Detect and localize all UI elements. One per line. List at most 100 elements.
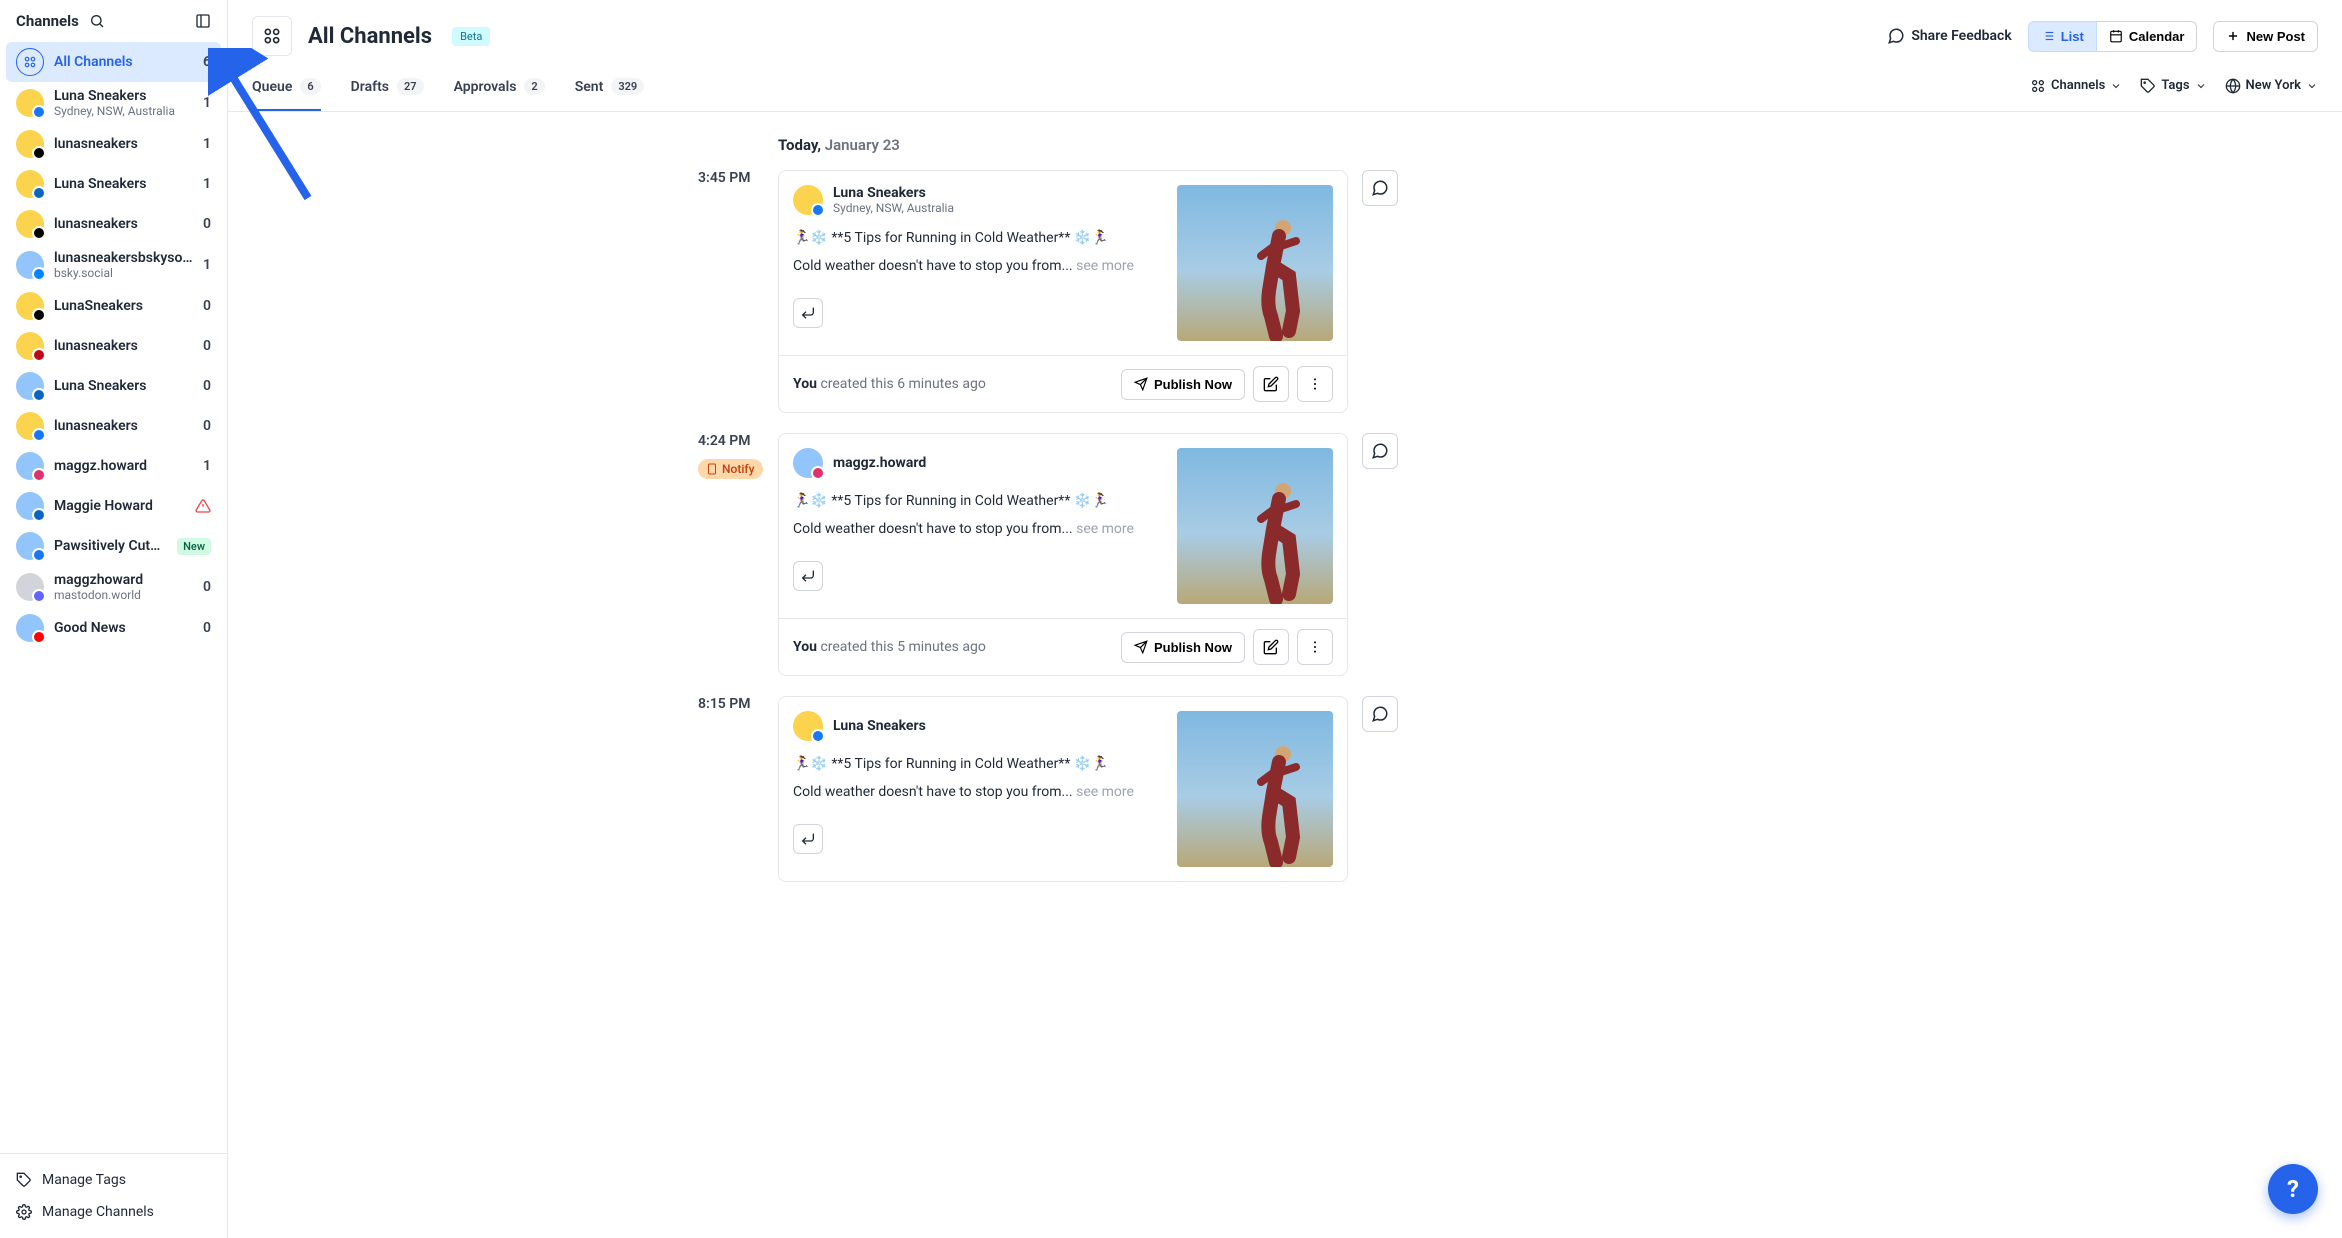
post-author-sub: Sydney, NSW, Australia xyxy=(833,201,954,215)
manage-tags[interactable]: Manage Tags xyxy=(0,1164,227,1196)
edit-button[interactable] xyxy=(1253,366,1289,402)
channel-count: 6 xyxy=(203,54,211,70)
comment-button[interactable] xyxy=(1362,170,1398,206)
tags-filter[interactable]: Tags xyxy=(2140,78,2206,94)
timezone-filter-label: New York xyxy=(2246,78,2302,93)
post-text-line2: Cold weather doesn't have to stop you fr… xyxy=(793,255,1163,277)
channel-avatar xyxy=(16,452,44,480)
tab-badge: 329 xyxy=(611,78,644,95)
main: All Channels Beta Share Feedback List Ca… xyxy=(228,0,2342,1238)
ai-assist-icon[interactable] xyxy=(793,561,823,591)
post-time: 4:24 PM xyxy=(698,433,751,449)
new-post-button[interactable]: New Post xyxy=(2213,21,2318,52)
view-list-button[interactable]: List xyxy=(2028,21,2097,52)
sidebar-item-6[interactable]: LunaSneakers 0 xyxy=(6,286,221,326)
sidebar-search-icon[interactable] xyxy=(89,13,105,29)
view-calendar-label: Calendar xyxy=(2129,29,2185,44)
tab-label: Approvals xyxy=(454,79,517,95)
more-button[interactable] xyxy=(1297,366,1333,402)
channel-name: lunasneakersbskyso.bsky.s xyxy=(54,250,193,266)
channels-filter[interactable]: Channels xyxy=(2030,78,2122,94)
post-created-by: You created this 6 minutes ago xyxy=(793,376,986,392)
post-author-avatar xyxy=(793,185,823,215)
help-button[interactable]: ? xyxy=(2268,1164,2318,1214)
tab-badge: 2 xyxy=(524,78,544,95)
see-more-link[interactable]: see more xyxy=(1076,258,1134,274)
post-image xyxy=(1177,711,1333,867)
publish-now-button[interactable]: Publish Now xyxy=(1121,632,1245,663)
manage-channels[interactable]: Manage Channels xyxy=(0,1196,227,1228)
sidebar-item-3[interactable]: Luna Sneakers 1 xyxy=(6,164,221,204)
channel-count: 1 xyxy=(203,136,211,152)
notify-pill[interactable]: Notify xyxy=(698,459,763,479)
tab-label: Sent xyxy=(575,79,604,95)
chevron-down-icon xyxy=(2306,80,2318,92)
tab-badge: 6 xyxy=(300,78,320,95)
sidebar-item-2[interactable]: lunasneakers 1 xyxy=(6,124,221,164)
sidebar-item-8[interactable]: Luna Sneakers 0 xyxy=(6,366,221,406)
post-card[interactable]: Luna Sneakers 🏃‍♀️❄️ **5 Tips for Runnin… xyxy=(778,696,1348,882)
channel-count: 0 xyxy=(203,418,211,434)
channel-avatar xyxy=(16,372,44,400)
post-row: 3:45 PM Luna Sneakers Sydney, NSW, Austr… xyxy=(228,170,2342,413)
post-card[interactable]: Luna Sneakers Sydney, NSW, Australia 🏃‍♀… xyxy=(778,170,1348,413)
post-created-by: You created this 5 minutes ago xyxy=(793,639,986,655)
post-card[interactable]: maggz.howard 🏃‍♀️❄️ **5 Tips for Running… xyxy=(778,433,1348,676)
sidebar-item-0[interactable]: All Channels 6 xyxy=(6,42,221,82)
channel-name: Maggie Howard xyxy=(54,498,185,514)
sidebar: Channels All Channels 6 Luna Sneakers Sy… xyxy=(0,0,228,1238)
sidebar-item-1[interactable]: Luna Sneakers Sydney, NSW, Australia 1 xyxy=(6,82,221,124)
sidebar-item-13[interactable]: maggzhoward mastodon.world 0 xyxy=(6,566,221,608)
channel-avatar xyxy=(16,48,44,76)
channel-count: 0 xyxy=(203,378,211,394)
channel-count: 0 xyxy=(203,338,211,354)
ai-assist-icon[interactable] xyxy=(793,824,823,854)
post-image xyxy=(1177,185,1333,341)
channel-count: 0 xyxy=(203,298,211,314)
sidebar-item-10[interactable]: maggz.howard 1 xyxy=(6,446,221,486)
share-feedback-link[interactable]: Share Feedback xyxy=(1887,27,2011,45)
tab-sent[interactable]: Sent 329 xyxy=(575,68,644,111)
sidebar-item-7[interactable]: lunasneakers 0 xyxy=(6,326,221,366)
sidebar-item-9[interactable]: lunasneakers 0 xyxy=(6,406,221,446)
sidebar-item-4[interactable]: lunasneakers 0 xyxy=(6,204,221,244)
manage-channels-label: Manage Channels xyxy=(42,1204,154,1220)
edit-button[interactable] xyxy=(1253,629,1289,665)
comment-button[interactable] xyxy=(1362,433,1398,469)
sidebar-item-14[interactable]: Good News 0 xyxy=(6,608,221,648)
tab-drafts[interactable]: Drafts27 xyxy=(351,68,424,111)
chevron-down-icon xyxy=(2110,80,2122,92)
channel-name: Luna Sneakers xyxy=(54,176,193,192)
channel-avatar xyxy=(16,130,44,158)
tab-approvals[interactable]: Approvals 2 xyxy=(454,68,545,111)
channel-count: 0 xyxy=(203,620,211,636)
channel-subtitle: Sydney, NSW, Australia xyxy=(54,104,193,118)
new-badge: New xyxy=(177,538,211,555)
publish-now-button[interactable]: Publish Now xyxy=(1121,369,1245,400)
channel-name: lunasneakers xyxy=(54,216,193,232)
sidebar-item-12[interactable]: Pawsitively Cute Pets New xyxy=(6,526,221,566)
channel-subtitle: mastodon.world xyxy=(54,588,193,602)
chevron-down-icon xyxy=(2195,80,2207,92)
content: Today, January 23 3:45 PM Luna Sneakers … xyxy=(228,112,2342,1238)
sidebar-item-5[interactable]: lunasneakersbskyso.bsky.s bsky.social 1 xyxy=(6,244,221,286)
sidebar-item-11[interactable]: Maggie Howard xyxy=(6,486,221,526)
see-more-link[interactable]: see more xyxy=(1076,521,1134,537)
beta-badge: Beta xyxy=(452,27,490,46)
post-text-line2: Cold weather doesn't have to stop you fr… xyxy=(793,518,1163,540)
post-text-line1: 🏃‍♀️❄️ **5 Tips for Running in Cold Weat… xyxy=(793,227,1163,249)
tab-label: Queue xyxy=(252,79,292,95)
more-button[interactable] xyxy=(1297,629,1333,665)
post-author-avatar xyxy=(793,448,823,478)
ai-assist-icon[interactable] xyxy=(793,298,823,328)
see-more-link[interactable]: see more xyxy=(1076,784,1134,800)
comment-button[interactable] xyxy=(1362,696,1398,732)
channel-avatar xyxy=(16,614,44,642)
timezone-filter[interactable]: New York xyxy=(2225,78,2319,94)
view-calendar-button[interactable]: Calendar xyxy=(2097,21,2198,52)
sidebar-collapse-icon[interactable] xyxy=(195,13,211,29)
channel-avatar xyxy=(16,292,44,320)
tab-queue[interactable]: Queue 6 xyxy=(252,68,321,111)
channel-avatar xyxy=(16,532,44,560)
channel-count: 0 xyxy=(203,216,211,232)
